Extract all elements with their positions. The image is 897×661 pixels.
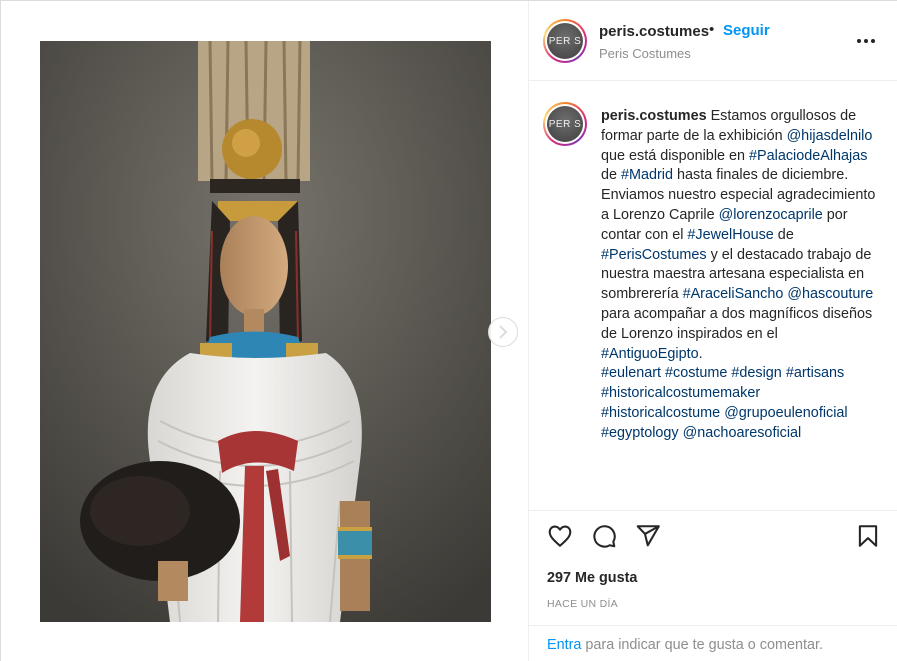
- avatar-image: PER S: [547, 23, 583, 59]
- login-prompt: Entra para indicar que te gusta o coment…: [529, 625, 897, 661]
- hashtag-link[interactable]: #PalaciodeAlhajas: [749, 148, 867, 164]
- chevron-right-icon: [499, 325, 508, 339]
- header-username-link[interactable]: peris.costumes: [599, 23, 709, 40]
- caption-fragment: .: [698, 345, 703, 362]
- caption-avatar[interactable]: PER S: [543, 102, 587, 146]
- hashtag-link[interactable]: #JewelHouse: [687, 227, 773, 243]
- hashtag-link[interactable]: #Madrid: [621, 167, 673, 183]
- save-button[interactable]: [855, 523, 881, 549]
- hashtag-link[interactable]: #PerisCostumes: [601, 247, 707, 263]
- mention-link[interactable]: @hijasdelnilo: [787, 128, 873, 144]
- post-caption: peris.costumes Estamos orgullosos de for…: [601, 107, 881, 444]
- header-subtitle: Peris Costumes: [599, 46, 691, 61]
- instagram-post-modal: PER S peris.costumes • Seguir Peris Cost…: [0, 0, 897, 661]
- hashtag-link[interactable]: #historicalcostumemaker: [601, 385, 760, 401]
- caption-fragment: hasta finales de diciembre.: [673, 167, 849, 184]
- comment-button[interactable]: [591, 523, 617, 549]
- action-bar: [529, 511, 897, 561]
- like-button[interactable]: [547, 523, 573, 549]
- profile-avatar[interactable]: PER S: [543, 19, 587, 63]
- hashtag-link[interactable]: #egyptology: [601, 425, 679, 441]
- caption-text: Estamos orgullosos de formar parte de la…: [601, 108, 875, 441]
- bookmark-icon: [858, 525, 878, 547]
- mention-link[interactable]: @nachoaresoficial: [683, 425, 802, 441]
- caption-fragment: para acompañar a dos magníficos diseños …: [601, 305, 873, 342]
- hashtag-link[interactable]: #eulenart: [601, 365, 661, 381]
- mention-link[interactable]: @grupoeulenoficial: [724, 405, 847, 421]
- hashtag-link[interactable]: #AntiguoEgipto: [601, 346, 699, 362]
- post-header: PER S peris.costumes • Seguir Peris Cost…: [529, 1, 897, 81]
- caption-fragment: que está disponible en: [601, 147, 750, 164]
- hashtag-link[interactable]: #costume: [665, 365, 727, 381]
- heart-icon: [548, 525, 572, 547]
- next-image-button[interactable]: [488, 317, 518, 347]
- post-timestamp[interactable]: HACE UN DÍA: [547, 598, 618, 610]
- more-horizontal-icon: [857, 39, 875, 43]
- post-side-panel: PER S peris.costumes • Seguir Peris Cost…: [529, 1, 897, 661]
- login-link[interactable]: Entra: [547, 637, 581, 653]
- mention-link[interactable]: @hascouture: [787, 286, 873, 302]
- hashtag-link[interactable]: #historicalcostume: [601, 405, 720, 421]
- post-photo: [40, 41, 491, 622]
- costume-photo-illustration: [40, 41, 491, 622]
- post-media: [1, 1, 529, 661]
- hashtag-link[interactable]: #design: [731, 365, 781, 381]
- separator-dot: •: [709, 21, 715, 38]
- caption-fragment: de: [601, 167, 622, 184]
- follow-button[interactable]: Seguir: [723, 22, 770, 39]
- avatar-image: PER S: [547, 106, 583, 142]
- caption-fragment: de: [773, 226, 794, 243]
- share-icon: [636, 525, 660, 547]
- caption-username-link[interactable]: peris.costumes: [601, 108, 707, 124]
- share-button[interactable]: [635, 523, 661, 549]
- more-options-button[interactable]: [854, 31, 878, 51]
- likes-count[interactable]: 297 Me gusta: [547, 570, 637, 586]
- login-prompt-text: para indicar que te gusta o comentar.: [581, 637, 823, 653]
- hashtag-link[interactable]: #artisans: [786, 365, 844, 381]
- hashtag-link[interactable]: #AraceliSancho: [683, 286, 784, 302]
- mention-link[interactable]: @lorenzocaprile: [719, 207, 823, 223]
- comment-icon: [593, 525, 616, 548]
- comments-section: PER S peris.costumes Estamos orgullosos …: [529, 82, 897, 511]
